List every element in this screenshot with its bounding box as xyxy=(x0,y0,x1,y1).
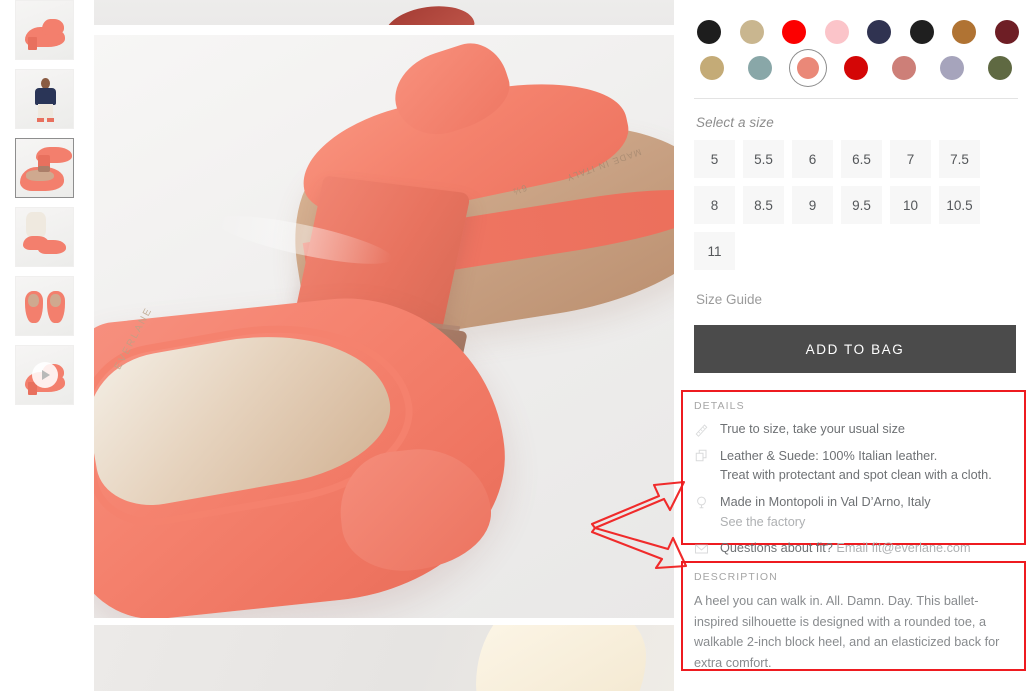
gallery-previous-image[interactable] xyxy=(94,0,674,25)
size-option-8-5[interactable]: 8.5 xyxy=(743,186,784,224)
description-title: DESCRIPTION xyxy=(694,571,1024,583)
color-swatch-slate-blue[interactable] xyxy=(742,50,778,86)
select-size-label: Select a size xyxy=(696,115,1034,130)
size-guide-link[interactable]: Size Guide xyxy=(696,292,1034,307)
email-fit-link[interactable]: Email fit@everlane.com xyxy=(833,541,971,555)
envelope-icon xyxy=(694,539,720,556)
swatch-dot xyxy=(700,56,724,80)
next-photo-shape xyxy=(476,625,646,691)
color-swatch-tan[interactable] xyxy=(737,14,768,50)
detail-text: True to size, take your usual size xyxy=(720,420,905,440)
swatch-dot xyxy=(797,57,819,79)
color-swatch-group xyxy=(694,0,1034,86)
color-swatch-black[interactable] xyxy=(694,14,725,50)
swatch-dot xyxy=(844,56,868,80)
details-title: DETAILS xyxy=(694,400,1024,412)
ruler-icon xyxy=(694,420,720,437)
detail-row: True to size, take your usual size xyxy=(694,420,1024,440)
color-swatch-rose[interactable] xyxy=(886,50,922,86)
description-body: A heel you can walk in. All. Damn. Day. … xyxy=(694,591,1012,673)
fabric-icon xyxy=(694,447,720,464)
play-icon[interactable] xyxy=(32,362,58,388)
swatch-dot xyxy=(910,20,934,44)
color-swatch-light-pink[interactable] xyxy=(822,14,853,50)
detail-row: Leather & Suede: 100% Italian leather. Tr… xyxy=(694,447,1024,486)
next-photo-canvas xyxy=(94,625,674,691)
thumb-model-shot[interactable] xyxy=(15,69,74,129)
swatch-dot xyxy=(952,20,976,44)
detail-text: Made in Montopoli in Val D’Arno, Italy Se… xyxy=(720,493,931,532)
color-swatch-navy[interactable] xyxy=(864,14,895,50)
size-option-5-5[interactable]: 5.5 xyxy=(743,140,784,178)
color-swatch-crimson[interactable] xyxy=(838,50,874,86)
swatch-dot xyxy=(697,20,721,44)
color-swatch-olive[interactable] xyxy=(982,50,1018,86)
product-options-panel: Select a size 55.566.577.5 88.599.51010.5… xyxy=(694,0,1034,691)
size-grid: 55.566.577.5 88.599.51010.5 11 xyxy=(694,140,1024,270)
thumbnail-image xyxy=(16,208,73,266)
color-swatch-bright-red[interactable] xyxy=(779,14,810,50)
detail-row: Questions about fit? Email fit@everlane.… xyxy=(694,539,1024,559)
thumbnail-rail xyxy=(15,0,75,691)
color-swatch-cognac[interactable] xyxy=(949,14,980,50)
product-gallery: MADE IN ITALY 6½ EVERLANE xyxy=(94,0,674,691)
size-option-6-5[interactable]: 6.5 xyxy=(841,140,882,178)
size-option-10[interactable]: 10 xyxy=(890,186,931,224)
detail-text: Questions about fit? Email fit@everlane.… xyxy=(720,539,971,559)
gallery-main-image[interactable]: MADE IN ITALY 6½ EVERLANE xyxy=(94,35,674,618)
size-option-11[interactable]: 11 xyxy=(694,232,735,270)
thumb-side-view[interactable] xyxy=(15,0,74,60)
panel-divider xyxy=(694,98,1018,99)
detail-row: Made in Montopoli in Val D’Arno, Italy Se… xyxy=(694,493,1024,532)
detail-primary-text: Questions about fit? xyxy=(720,541,833,555)
thumbnail-image xyxy=(16,139,73,197)
detail-secondary-text: Treat with protectant and spot clean wit… xyxy=(720,466,992,486)
swatch-dot xyxy=(940,56,964,80)
size-option-6[interactable]: 6 xyxy=(792,140,833,178)
size-option-7[interactable]: 7 xyxy=(890,140,931,178)
swatch-dot xyxy=(825,20,849,44)
pin-icon xyxy=(694,493,720,510)
detail-text: Leather & Suede: 100% Italian leather. Tr… xyxy=(720,447,992,486)
swatch-dot xyxy=(748,56,772,80)
size-option-8[interactable]: 8 xyxy=(694,186,735,224)
color-swatch-black-suede[interactable] xyxy=(907,14,938,50)
swatch-dot xyxy=(740,20,764,44)
color-swatch-row xyxy=(694,14,1034,50)
thumb-top-down[interactable] xyxy=(15,276,74,336)
swatch-dot xyxy=(782,20,806,44)
thumbnail-image xyxy=(16,1,73,59)
thumbnail-image xyxy=(16,70,73,128)
details-rows: True to size, take your usual size Leathe… xyxy=(694,420,1024,559)
swatch-dot xyxy=(988,56,1012,80)
color-swatch-camel[interactable] xyxy=(694,50,730,86)
thumb-pair-detail[interactable] xyxy=(15,138,74,198)
details-section: DETAILS True to size, take your usual si… xyxy=(694,400,1024,566)
previous-photo-canvas xyxy=(94,0,674,25)
detail-primary-text: Leather & Suede: 100% Italian leather. xyxy=(720,449,937,463)
size-option-9[interactable]: 9 xyxy=(792,186,833,224)
swatch-dot xyxy=(995,20,1019,44)
color-swatch-oxblood[interactable] xyxy=(992,14,1023,50)
size-option-9-5[interactable]: 9.5 xyxy=(841,186,882,224)
product-detail-page: MADE IN ITALY 6½ EVERLANE Select xyxy=(0,0,1034,691)
add-to-bag-button[interactable]: ADD TO BAG xyxy=(694,325,1016,373)
detail-primary-text: True to size, take your usual size xyxy=(720,422,905,436)
size-option-7-5[interactable]: 7.5 xyxy=(939,140,980,178)
thumb-on-foot[interactable] xyxy=(15,207,74,267)
thumb-video[interactable] xyxy=(15,345,74,405)
description-section: DESCRIPTION A heel you can walk in. All.… xyxy=(694,571,1024,673)
thumbnail-image xyxy=(16,277,73,335)
size-option-5[interactable]: 5 xyxy=(694,140,735,178)
gallery-next-image[interactable] xyxy=(94,625,674,691)
previous-photo-shape xyxy=(382,1,476,25)
color-swatch-lavender[interactable] xyxy=(934,50,970,86)
color-swatch-row xyxy=(694,50,1034,86)
detail-primary-text: Made in Montopoli in Val D’Arno, Italy xyxy=(720,495,931,509)
swatch-dot xyxy=(867,20,891,44)
size-option-10-5[interactable]: 10.5 xyxy=(939,186,980,224)
swatch-dot xyxy=(892,56,916,80)
color-swatch-coral[interactable] xyxy=(790,50,826,86)
see-the-factory-link[interactable]: See the factory xyxy=(720,513,931,533)
